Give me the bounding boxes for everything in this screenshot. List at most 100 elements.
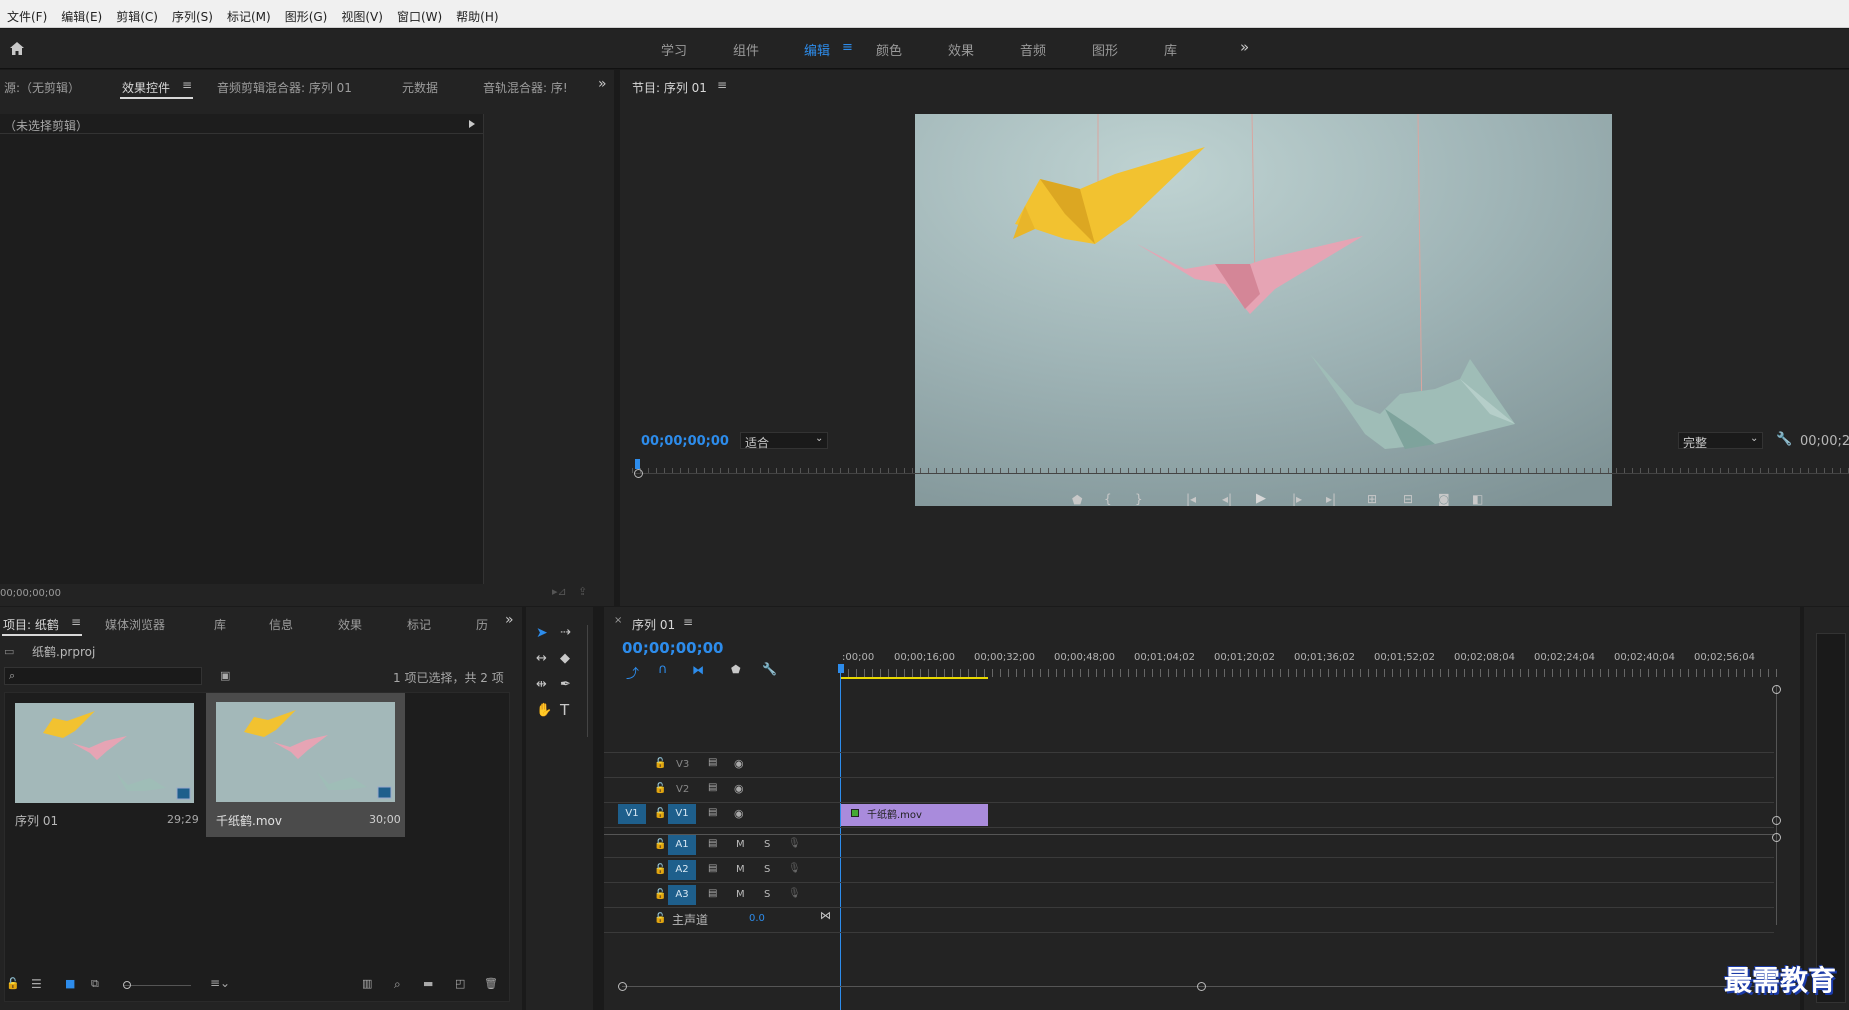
program-playhead[interactable] [635,459,640,469]
eye-icon[interactable]: ◉ [734,782,744,795]
mark-out-icon[interactable]: } [1135,492,1143,506]
workspace-tab-graphics[interactable]: 图形 [1092,40,1118,59]
track-target-a1[interactable]: A1 [668,835,696,855]
list-view-icon[interactable]: ☰ [31,977,42,991]
project-item-sequence[interactable]: 序列 01 29;29 [6,694,203,836]
solo-button[interactable]: S [764,839,770,850]
menu-window[interactable]: 窗口(W) [390,8,449,25]
lock-icon[interactable]: 🔓 [654,758,666,769]
workspace-tab-learn[interactable]: 学习 [661,40,687,59]
automate-to-sequence-icon[interactable]: ▥ [362,977,372,990]
workspace-tab-assembly[interactable]: 组件 [733,40,759,59]
extract-icon[interactable]: ⊟ [1403,492,1413,506]
timeline-menu-icon[interactable]: ≡ [683,615,693,629]
project-menu-icon[interactable]: ≡ [71,615,81,629]
scroll-handle[interactable] [1772,685,1781,694]
menu-help[interactable]: 帮助(H) [449,8,505,25]
nest-sequence-icon[interactable]: ⤴ [626,663,639,682]
project-search-input[interactable]: ⌕ [4,667,202,685]
home-icon[interactable] [8,40,26,58]
lock-icon[interactable]: 🔓 [654,783,666,794]
panel-menu-icon[interactable]: ≡ [182,78,192,92]
tab-project[interactable]: 项目: 纸鹤 [3,616,59,633]
program-timecode[interactable]: 00;00;00;00 [641,434,729,449]
tab-source[interactable]: 源:（无剪辑） [4,79,80,96]
lift-icon[interactable]: ⊞ [1367,492,1377,506]
workspace-overflow-icon[interactable]: » [1240,38,1249,56]
slip-tool-icon[interactable]: ⇹ [536,677,547,692]
bowtie-icon[interactable]: ⋈ [820,909,831,922]
add-marker-icon[interactable]: ⬟ [731,663,741,676]
menu-sequence[interactable]: 序列(S) [165,8,220,25]
play-icon[interactable]: ▶ [1256,491,1266,506]
go-to-out-icon[interactable]: ▸| [1326,492,1336,506]
new-item-icon[interactable]: ◰ [455,977,465,990]
sort-icon[interactable]: ≡⌄ [210,976,230,990]
solo-button[interactable]: S [764,864,770,875]
mute-button[interactable]: M [736,889,745,900]
timeline-timecode[interactable]: 00;00;00;00 [622,639,724,657]
tab-info[interactable]: 信息 [269,616,293,633]
sync-lock-icon[interactable]: ▤ [708,838,717,849]
master-volume-value[interactable]: 0.0 [749,913,765,924]
scroll-handle[interactable] [1772,833,1781,842]
menu-clip[interactable]: 剪辑(C) [109,8,165,25]
tab-metadata[interactable]: 元数据 [402,79,438,96]
menu-file[interactable]: 文件(F) [0,8,54,25]
sync-lock-icon[interactable]: ▤ [708,863,717,874]
mute-button[interactable]: M [736,864,745,875]
track-target-v1[interactable]: V1 [668,804,696,824]
go-to-in-icon[interactable]: |◂ [1186,492,1196,506]
thumbnail-size-slider[interactable] [124,985,191,986]
lock-icon[interactable]: 🔓 [654,889,666,900]
mark-in-icon[interactable]: { [1104,492,1112,506]
icon-view-icon[interactable]: ■ [65,977,75,990]
workspace-tab-audio[interactable]: 音频 [1020,40,1046,59]
menu-marker[interactable]: 标记(M) [220,8,278,25]
close-icon[interactable]: × [614,615,622,626]
add-marker-icon[interactable]: ⬟ [1072,493,1082,507]
source-patch-v1[interactable]: V1 [618,804,646,824]
track-select-tool-icon[interactable]: ⇢ [560,625,571,640]
mute-button[interactable]: M [736,839,745,850]
menu-graphics[interactable]: 图形(G) [278,8,335,25]
scroll-handle-left[interactable] [618,982,627,991]
workspace-tab-editing[interactable]: 编辑 [804,40,830,59]
tab-audio-clip-mixer[interactable]: 音频剪辑混合器: 序列 01 [217,79,352,96]
menu-view[interactable]: 视图(V) [334,8,390,25]
sync-lock-icon[interactable]: ▤ [708,888,717,899]
sync-lock-icon[interactable]: ▤ [708,757,717,768]
lock-icon[interactable]: 🔓 [654,864,666,875]
thumbnail-size-handle[interactable] [123,981,131,989]
scroll-handle[interactable] [1772,816,1781,825]
lock-icon[interactable]: 🔓 [654,839,666,850]
fit-dropdown[interactable]: 适合 ⌄ [740,432,828,450]
tab-effects[interactable]: 效果 [338,616,362,633]
sync-lock-icon[interactable]: ▤ [708,782,717,793]
tab-media-browser[interactable]: 媒体浏览器 [105,616,165,633]
step-back-icon[interactable]: ◂| [1222,492,1232,506]
track-target-a2[interactable]: A2 [668,860,696,880]
quality-dropdown[interactable]: 完整 ⌄ [1678,432,1763,450]
eye-icon[interactable]: ◉ [734,757,744,770]
eye-icon[interactable]: ◉ [734,807,744,820]
work-area-bar[interactable] [841,677,988,679]
trash-icon[interactable]: 🗑 [484,977,498,990]
timeline-playhead-head[interactable] [838,664,844,673]
step-forward-icon[interactable]: |▸ [1292,492,1302,506]
snap-icon[interactable]: ∩ [658,662,668,677]
timeline-ruler-ticks[interactable] [840,669,1780,677]
scroll-handle-right[interactable] [1197,982,1206,991]
new-bin-from-search-icon[interactable]: ▣ [220,669,230,682]
zoom-handle[interactable] [634,469,643,478]
timeline-playhead[interactable] [840,664,841,1010]
program-menu-icon[interactable]: ≡ [717,78,727,92]
lock-icon[interactable]: 🔓 [654,808,666,819]
tab-markers[interactable]: 标记 [407,616,431,633]
ripple-edit-tool-icon[interactable]: ↔ [536,651,547,666]
freeform-view-icon[interactable]: ⧉ [91,977,99,991]
menu-edit[interactable]: 编辑(E) [54,8,109,25]
workspace-tab-libraries[interactable]: 库 [1164,40,1177,59]
filter-icon[interactable]: ▸⊿ [552,585,567,598]
sync-lock-icon[interactable]: ▤ [708,807,717,818]
